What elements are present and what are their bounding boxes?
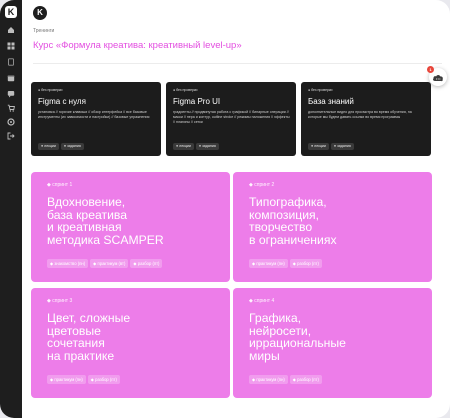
sprint-card-4[interactable]: ◆ спринт 4 Графика, нейросети, иррациона… bbox=[233, 288, 432, 398]
module-card-figma-basics[interactable]: ● без проверки Figma с нуля установка //… bbox=[31, 82, 161, 156]
sprint-title-line: Цвет, сложные bbox=[47, 311, 131, 325]
chat-icon[interactable] bbox=[7, 90, 15, 98]
sprint-label: ◆ спринт 3 bbox=[47, 298, 73, 304]
settings-icon[interactable] bbox=[7, 118, 15, 126]
sprint-card-3[interactable]: ◆ спринт 3 Цвет, сложные цветовые сочета… bbox=[31, 288, 230, 398]
sprint-tags: ◆ знакомство (пн) ◆ практикум (вт) ◆ разбо… bbox=[47, 252, 164, 270]
tag-workshop: ◆ практикум (вт) bbox=[90, 259, 129, 268]
sprint-title-line: и креативная bbox=[47, 220, 122, 234]
sprint-title-line: методика SCAMPER bbox=[47, 232, 164, 247]
tag-review: ◆ разбор (пт) bbox=[289, 375, 322, 384]
tag-workshop: ◆ практикум (пн) bbox=[249, 375, 288, 384]
tag-tasks: ● задания bbox=[60, 142, 84, 150]
notification-badge: 1 bbox=[427, 66, 434, 73]
module-description: дополнительные видео для просмотра во вр… bbox=[308, 110, 412, 119]
sprint-title-line: на практике bbox=[47, 348, 115, 363]
sprint-label: ◆ спринт 2 bbox=[249, 182, 275, 188]
sprint-tags: ◆ практикум (пн) ◆ разбор (пт) bbox=[249, 368, 324, 386]
sprint-title-line: миры bbox=[249, 348, 280, 363]
sprint-card-1[interactable]: ◆ спринт 1 Вдохновение, база креатива и … bbox=[31, 172, 230, 282]
breadcrumb[interactable]: Тренинги bbox=[33, 28, 54, 34]
tag-review: ◆ разбор (пт) bbox=[87, 375, 120, 384]
review-badge: ● без проверки bbox=[173, 88, 198, 92]
home-icon[interactable] bbox=[7, 26, 15, 34]
tag-intro: ◆ знакомство (пн) bbox=[47, 259, 89, 268]
sprint-title: Вдохновение, база креатива и креативная … bbox=[47, 196, 164, 246]
tag-tasks: ● задания bbox=[330, 142, 354, 150]
header-divider bbox=[33, 63, 442, 64]
sprint-title-line: творчество bbox=[249, 220, 313, 234]
review-badge: ● без проверки bbox=[38, 88, 63, 92]
sprint-label: ◆ спринт 4 bbox=[249, 298, 275, 304]
sprint-title-line: в ограничениях bbox=[249, 232, 337, 247]
module-title: Figma с нуля bbox=[38, 97, 86, 106]
sprint-title-line: Типографика, bbox=[249, 195, 327, 209]
sidebar: K bbox=[0, 0, 22, 418]
cart-icon[interactable] bbox=[7, 104, 15, 112]
tag-lectures: ● лекции bbox=[173, 142, 194, 150]
module-title: Figma Pro UI bbox=[173, 97, 221, 106]
sprint-title: Типографика, композиция, творчество в ог… bbox=[249, 196, 337, 246]
sidebar-logo[interactable]: K bbox=[5, 6, 17, 18]
calendar-icon[interactable] bbox=[7, 74, 15, 82]
tag-lectures: ● лекции bbox=[308, 142, 329, 150]
app-window: K K Тренинги Курс «Формула креатива: кре… bbox=[0, 0, 450, 418]
module-description: градиенты // продвинутая работа с график… bbox=[173, 110, 290, 124]
sprint-tags: ◆ практикум (пн) ◆ разбор (пт) bbox=[47, 368, 122, 386]
book-icon[interactable] bbox=[7, 58, 15, 66]
module-description: установка // горячие клавиши // обзор ин… bbox=[38, 110, 150, 119]
tag-lectures: ● лекции bbox=[38, 142, 59, 150]
module-title: База знаний bbox=[308, 97, 354, 106]
logout-icon[interactable] bbox=[7, 132, 15, 140]
tag-review: ◆ разбор (пт) bbox=[289, 259, 322, 268]
tag-tasks: ● задания bbox=[195, 142, 219, 150]
tag-workshop: ◆ практикум (пн) bbox=[249, 259, 288, 268]
sprint-title-line: Вдохновение, bbox=[47, 195, 126, 209]
sprint-title-line: сочетания bbox=[47, 336, 105, 350]
sprint-card-2[interactable]: ◆ спринт 2 Типографика, композиция, твор… bbox=[233, 172, 432, 282]
cloud-chat-icon bbox=[433, 75, 443, 82]
module-tags: ● лекции ● задания bbox=[173, 134, 221, 152]
sprint-title: Графика, нейросети, иррациональные миры bbox=[249, 312, 346, 362]
sprint-title: Цвет, сложные цветовые сочетания на прак… bbox=[47, 312, 130, 362]
tag-workshop: ◆ практикум (пн) bbox=[47, 375, 86, 384]
sprint-tags: ◆ практикум (пн) ◆ разбор (пт) bbox=[249, 252, 324, 270]
sprint-title-line: Графика, bbox=[249, 311, 302, 325]
grid-icon[interactable] bbox=[7, 42, 15, 50]
sprint-label: ◆ спринт 1 bbox=[47, 182, 73, 188]
module-card-knowledge-base[interactable]: ● без проверки База знаний дополнительны… bbox=[301, 82, 431, 156]
page-title: Курс «Формула креатива: креативный level… bbox=[33, 40, 242, 51]
module-tags: ● лекции ● задания bbox=[308, 134, 356, 152]
module-card-figma-pro[interactable]: ● без проверки Figma Pro UI градиенты //… bbox=[166, 82, 296, 156]
tag-review: ◆ разбор (пт) bbox=[130, 259, 163, 268]
brand-logo[interactable]: K bbox=[33, 6, 47, 20]
module-tags: ● лекции ● задания bbox=[38, 134, 86, 152]
sprint-title-line: иррациональные bbox=[249, 336, 346, 350]
review-badge: ● без проверки bbox=[308, 88, 333, 92]
